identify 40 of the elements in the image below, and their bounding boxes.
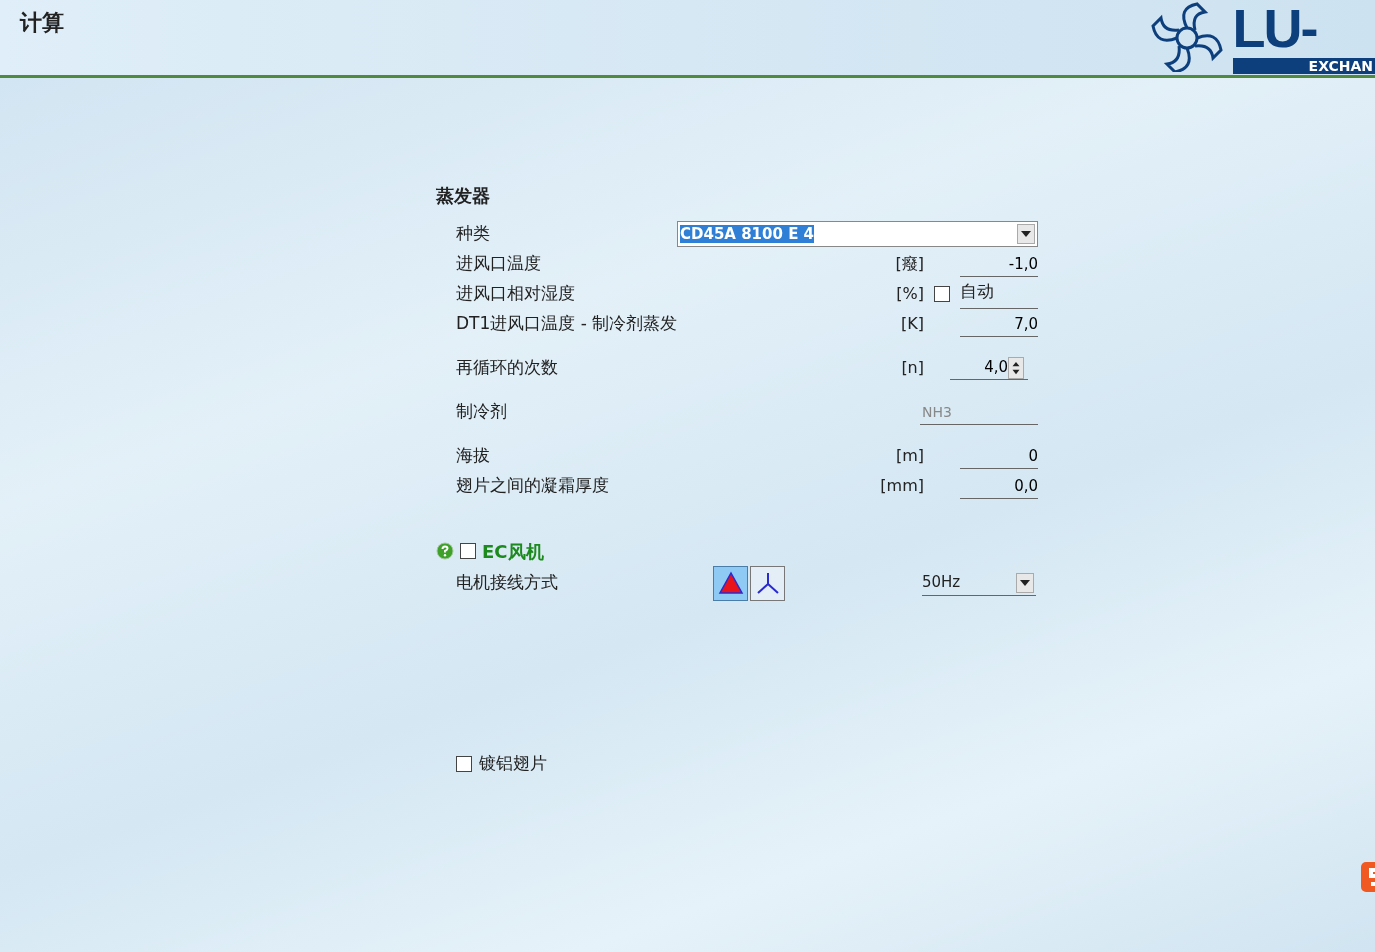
spin-field[interactable]: 4,0 — [950, 356, 1028, 380]
ec-fan-label: EC风机 — [482, 539, 544, 564]
triangle-icon — [717, 571, 744, 595]
logo-text: LU- — [1232, 0, 1318, 56]
delta-connection-button[interactable] — [713, 565, 748, 601]
auto-label: 自动 — [960, 279, 1038, 309]
field-label: 制冷剂 — [456, 400, 508, 424]
value-field[interactable]: 0,0 — [960, 473, 1038, 499]
field-label: 种类 — [456, 222, 491, 246]
value-field[interactable]: -1,0 — [960, 251, 1038, 277]
star-connection-button[interactable] — [750, 565, 785, 601]
checkbox[interactable] — [460, 543, 476, 559]
logo-subtext: EXCHAN — [1232, 58, 1375, 74]
field-label: DT1进风口温度 - 制冷剂蒸发 — [456, 312, 679, 336]
unit-label: [mm] — [880, 475, 924, 497]
section-title: 蒸发器 — [436, 184, 491, 208]
checkbox[interactable] — [934, 286, 950, 302]
field-label: 再循环的次数 — [456, 356, 559, 380]
coated-fins-label: 镀铝翅片 — [479, 752, 547, 775]
unit-label: [n] — [901, 357, 924, 379]
spinner-arrows-icon[interactable] — [1008, 356, 1024, 379]
unit-label: [m] — [895, 445, 924, 467]
unit-label: [K] — [901, 313, 924, 335]
field-label: 翅片之间的凝霜厚度 — [456, 474, 610, 498]
value-field[interactable]: 7,0 — [960, 311, 1038, 337]
page-title: 计算 — [18, 8, 64, 37]
type-dropdown[interactable]: CD45A 8100 E 4 — [677, 221, 1038, 247]
caret-icon — [1020, 579, 1030, 586]
field-label: 海拔 — [456, 444, 491, 468]
value-field[interactable]: 0 — [960, 443, 1038, 469]
unit-label: [%] — [896, 283, 924, 305]
help-icon[interactable] — [436, 542, 454, 560]
field-label: 进风口相对湿度 — [456, 282, 576, 306]
caret-icon — [1021, 231, 1031, 237]
field-label: 电机接线方式 — [456, 571, 559, 595]
unit-label: [癈] — [895, 253, 924, 275]
spin-input[interactable]: 4,0 — [950, 356, 1008, 379]
field-label: 进风口温度 — [456, 252, 542, 276]
frequency-dropdown[interactable]: 50Hz — [922, 570, 1036, 596]
checkbox[interactable] — [456, 755, 472, 772]
